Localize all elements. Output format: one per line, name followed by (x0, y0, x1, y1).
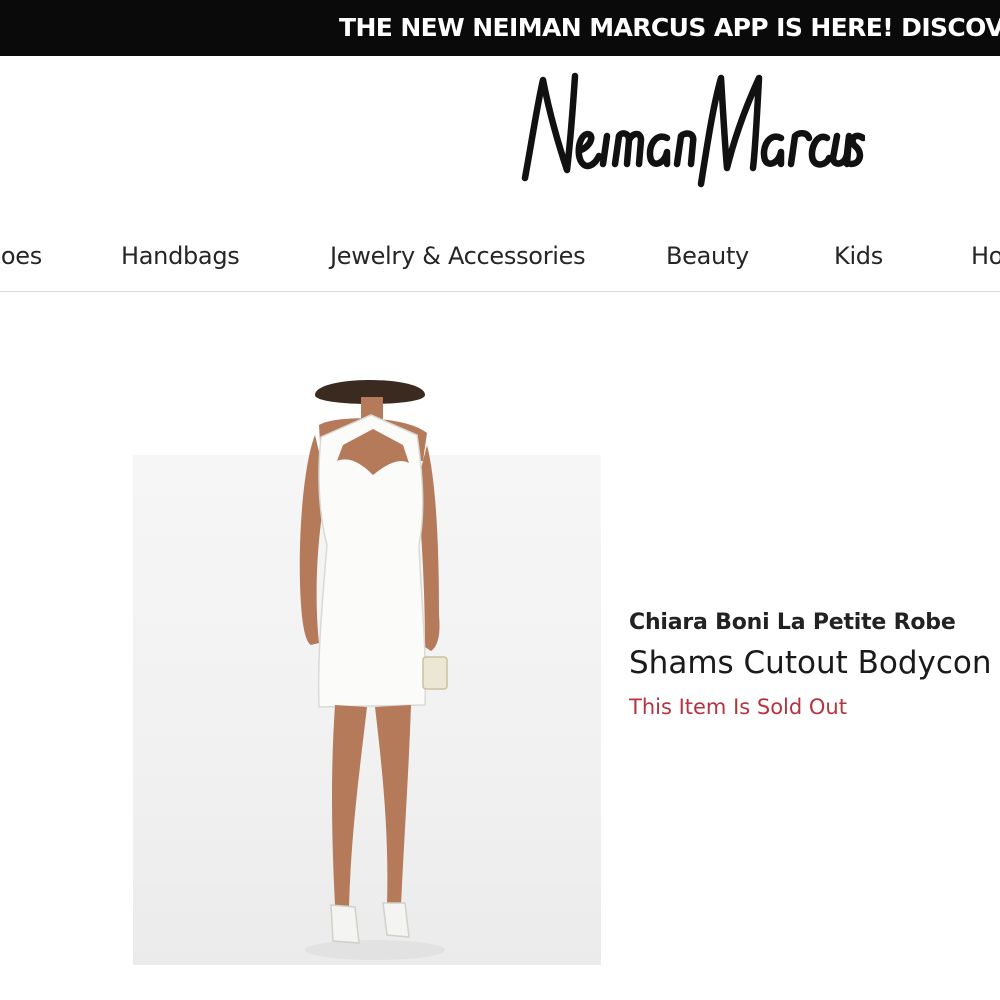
main-nav: Shoes Handbags Jewelry & Accessories Bea… (0, 225, 1000, 292)
product-model-figure[interactable] (275, 375, 475, 965)
nav-item-shoes[interactable]: Shoes (0, 242, 42, 270)
promo-banner[interactable]: THE NEW NEIMAN MARCUS APP IS HERE! DISCO… (0, 0, 1000, 56)
product-info: Chiara Boni La Petite Robe Shams Cutout … (629, 605, 1000, 719)
product-name: Shams Cutout Bodycon Dress (629, 645, 1000, 681)
nav-item-home[interactable]: Home (971, 242, 1000, 270)
stock-status: This Item Is Sold Out (629, 695, 847, 719)
nav-item-jewelry-accessories[interactable]: Jewelry & Accessories (330, 242, 586, 270)
product-brand[interactable]: Chiara Boni La Petite Robe (629, 610, 1000, 635)
nav-item-kids[interactable]: Kids (834, 242, 883, 270)
promo-banner-text[interactable]: THE NEW NEIMAN MARCUS APP IS HERE! DISCO… (339, 0, 1000, 56)
nav-item-handbags[interactable]: Handbags (121, 242, 240, 270)
neiman-marcus-logo[interactable] (515, 66, 865, 201)
nav-item-beauty[interactable]: Beauty (666, 242, 749, 270)
